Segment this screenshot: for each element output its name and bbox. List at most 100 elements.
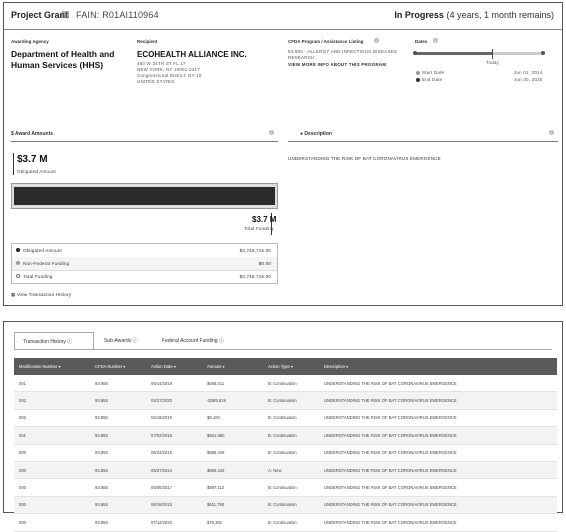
table-cell: $586,011 [202,375,263,393]
column-header[interactable]: Modification Number ▾ [14,358,90,375]
speech-bubble-icon: ● [300,131,304,137]
table-icon: ▦ [11,292,16,297]
tab-sub-awards[interactable]: Sub-Awards ⓘ [96,332,152,350]
column-header[interactable]: Action Date ▾ [146,358,202,375]
obligated-amount-caption: Obligated Amount [17,169,56,174]
amount-row-label: Total Funding [23,274,53,279]
timeline-progress [415,52,492,55]
date-timeline [415,52,543,55]
table-cell: $611,790 [202,496,263,515]
table-cell: 05/24/2016 [146,444,202,462]
table-cell: 93.855 [90,461,146,480]
table-cell: 05/06/2017 [146,478,202,497]
table-cell: UNDERSTANDING THE RISK OF BAT CORONAVIRU… [319,513,557,532]
today-marker [491,49,493,59]
table-cell: 001 [14,375,90,393]
table-cell: A: New [263,461,319,480]
table-cell: B: Continuation [263,496,319,515]
award-summary-panel: Project Grant ▤ FAIN: R01AI110964 In Pro… [3,2,563,306]
document-icon: ▤ [61,9,70,19]
table-row[interactable]: 002 93.855 04/19/2019 $0,100 B: Continuation… [14,409,557,428]
award-type-title: Project Grant [11,10,69,20]
start-date-value: Jun 01, 2014 [514,70,543,75]
awarding-agency-name[interactable]: Department of Health and Human Services … [11,49,114,71]
table-cell: 002 [14,409,90,428]
tab-federal-account-funding[interactable]: Federal Account Funding ⓘ [154,332,244,350]
tab-transaction-history[interactable]: Transaction History ⓘ [14,332,94,350]
award-header: Project Grant ▤ FAIN: R01AI110964 In Pro… [4,3,562,30]
table-cell: 04/19/2019 [146,409,202,428]
table-cell: $661,980 [202,426,263,445]
total-funding-caption: Total Funding [244,226,274,231]
table-row[interactable]: 001 93.855 05/14/2019 $586,011 B: Continuati… [14,375,557,393]
start-date-label: Start Date [422,70,445,75]
view-transaction-history-link[interactable]: ▦ View Transaction History [11,292,71,298]
recipient-name[interactable]: ECOHEALTH ALLIANCE INC. [137,49,247,60]
table-cell: UNDERSTANDING THE RISK OF BAT CORONAVIRU… [319,391,557,410]
recipient-label: Recipient [137,39,158,44]
column-header[interactable]: Amount ▾ [202,358,263,375]
end-date-value: Jun 30, 2025 [514,77,543,82]
cfda-more-info-link[interactable]: VIEW MORE INFO ABOUT THIS PROGRAM [288,62,386,68]
funding-bar-fill [14,187,275,205]
info-icon[interactable]: i [433,38,438,43]
column-header[interactable]: CFDA Number ▾ [90,358,146,375]
info-icon[interactable]: i [549,130,554,135]
table-row[interactable]: 000 93.855 05/24/2016 $588,445 B: Continuati… [14,444,557,462]
section-divider [11,141,278,142]
legend-dot-nonfederal [16,261,20,265]
info-icon[interactable]: i [374,38,379,43]
table-cell: 000 [14,444,90,462]
legend-dot-total [16,274,20,278]
table-cell: UNDERSTANDING THE RISK OF BAT CORONAVIRU… [319,461,557,480]
cfda-label: CFDA Program / Assistance Listing [288,39,364,44]
table-cell: B: Continuation [263,375,319,393]
amounts-table: Obligated Amount $3,748,715.00 Non-Feder… [11,243,278,284]
table-cell: UNDERSTANDING THE RISK OF BAT CORONAVIRU… [319,375,557,393]
table-cell: 002 [14,391,90,410]
table-cell: 04/27/2020 [146,391,202,410]
awarding-agency-label: Awarding Agency [11,39,49,44]
table-cell: 07/12/2020 [146,513,202,532]
amount-row-label: Non-Federal Funding [23,261,70,266]
table-cell: 93.855 [90,426,146,445]
table-cell: 06/19/2015 [146,496,202,515]
table-cell: 93.855 [90,375,146,393]
description-text: UNDERSTANDING THE RISK OF BAT CORONAVIRU… [288,156,441,161]
section-divider [288,141,558,142]
table-cell: UNDERSTANDING THE RISK OF BAT CORONAVIRU… [319,478,557,497]
fain-id: FAIN: R01AI110964 [76,10,159,20]
table-cell: UNDERSTANDING THE RISK OF BAT CORONAVIRU… [319,409,557,428]
table-cell: 93.855 [90,513,146,532]
legend-dot-obligated [16,248,20,252]
table-row[interactable]: 000 93.855 05/27/2014 $666,442 A: New UNDERST… [14,461,557,480]
table-cell: $588,445 [202,444,263,462]
table-row[interactable]: 000 93.855 05/06/2017 $597,112 B: Continuati… [14,478,557,497]
obligated-amount-big: $3.7 M [17,154,48,165]
column-header[interactable]: Description ▾ [319,358,557,375]
table-cell: $76,301 [202,513,263,532]
table-row[interactable]: 000 93.855 06/19/2015 $611,790 B: Continuati… [14,496,557,515]
start-date-dot [416,71,420,75]
table-cell: 001 [14,426,90,445]
table-row[interactable]: 001 93.855 07/02/2018 $661,980 B: Continuati… [14,426,557,445]
table-cell: 93.855 [90,496,146,515]
transactions-body: 001 93.855 05/14/2019 $586,011 B: Continuati… [14,375,557,532]
table-cell: 93.855 [90,391,146,410]
transactions-panel: Transaction History ⓘ Sub-Awards ⓘ Feder… [3,321,563,532]
table-row[interactable]: 000 93.855 07/12/2020 $76,301 B: Continuatio… [14,513,557,532]
end-marker [541,51,545,55]
table-row[interactable]: 002 93.855 04/27/2020 -$369,819 B: Continuat… [14,391,557,410]
info-icon[interactable]: i [269,130,274,135]
description-title: ● Description [300,131,332,137]
funding-bar [11,183,278,209]
recipient-address: 460 W 34TH ST FL 17 NEW YORK, NY 10001-2… [137,61,202,84]
table-cell: 05/27/2014 [146,461,202,480]
info-icon: ⓘ [218,338,224,344]
table-cell: UNDERSTANDING THE RISK OF BAT CORONAVIRU… [319,444,557,462]
table-cell: 000 [14,513,90,532]
table-cell: -$369,819 [202,391,263,410]
column-header[interactable]: Action Type ▾ [263,358,319,375]
table-cell: B: Continuation [263,409,319,428]
table-cell: B: Continuation [263,391,319,410]
